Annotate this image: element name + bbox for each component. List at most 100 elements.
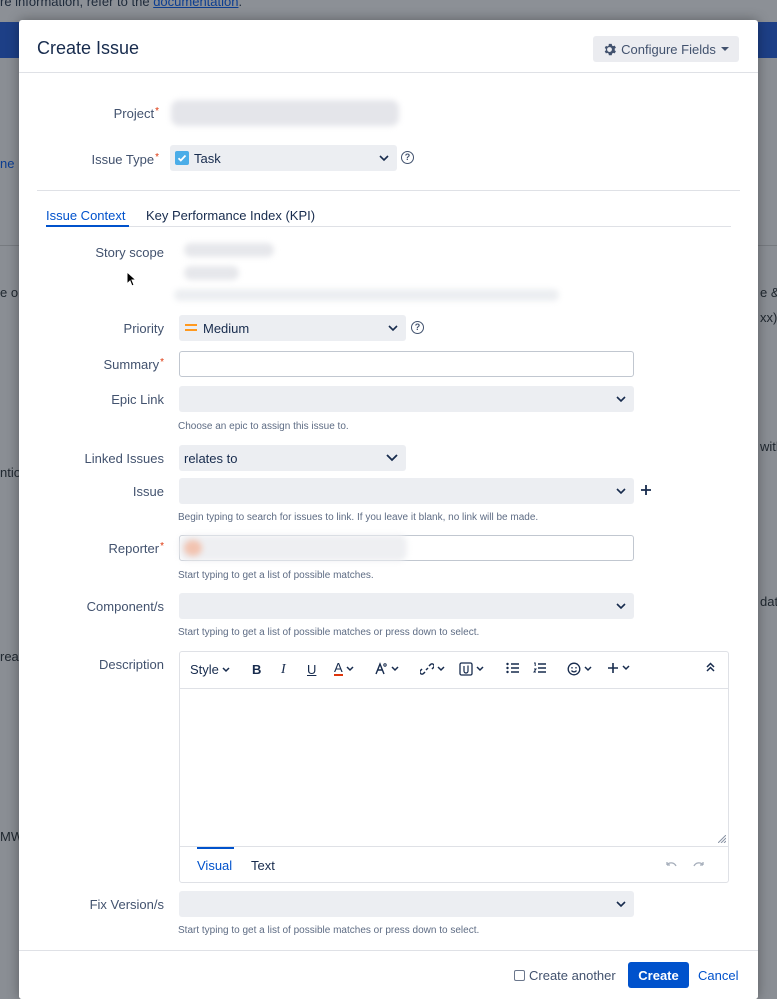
epic-link-hint: Choose an epic to assign this issue to. — [178, 421, 349, 432]
story-scope-label: Story scope — [95, 245, 164, 260]
underline-button[interactable]: U — [307, 662, 316, 677]
cancel-link[interactable]: Cancel — [698, 968, 738, 983]
chevron-down-icon — [476, 666, 484, 672]
collapse-toolbar-button[interactable] — [706, 662, 715, 672]
configure-fields-label: Configure Fields — [621, 41, 716, 57]
chevron-down-icon — [437, 666, 445, 672]
story-scope-option[interactable] — [184, 243, 274, 257]
description-editor: Style B I U A Visual Text — [179, 651, 729, 883]
fix-versions-hint: Start typing to get a list of possible m… — [178, 925, 480, 936]
avatar — [184, 540, 202, 556]
task-checkbox-icon — [175, 151, 189, 165]
tab-issue-context[interactable]: Issue Context — [46, 208, 126, 223]
bold-button[interactable]: B — [252, 662, 261, 677]
dialog-header: Create Issue Configure Fields — [19, 20, 758, 73]
insert-more-button[interactable] — [607, 662, 630, 674]
background-fragment: with — [760, 439, 777, 454]
emoji-button[interactable] — [567, 662, 592, 676]
project-label: Project* — [113, 106, 159, 121]
resize-handle-icon[interactable] — [718, 835, 726, 843]
epic-link-select[interactable] — [179, 386, 634, 412]
description-textarea[interactable] — [180, 689, 728, 845]
project-select[interactable] — [171, 100, 399, 126]
redo-icon[interactable] — [692, 861, 704, 869]
tab-visual[interactable]: Visual — [197, 858, 232, 873]
issue-type-select[interactable]: Task — [170, 145, 397, 171]
link-type-select[interactable]: relates to — [179, 445, 406, 471]
create-button[interactable]: Create — [628, 962, 689, 988]
description-label: Description — [98, 657, 164, 672]
summary-label: Summary* — [103, 357, 164, 372]
fix-versions-label: Fix Version/s — [89, 897, 164, 912]
editor-toolbar: Style B I U A — [180, 652, 728, 689]
style-dropdown[interactable]: Style — [190, 662, 230, 677]
reporter-value — [179, 535, 407, 561]
create-another-checkbox[interactable]: Create another — [514, 968, 616, 983]
attachment-button[interactable] — [459, 662, 484, 676]
section-divider — [37, 190, 740, 191]
story-scope-option[interactable] — [184, 266, 239, 280]
bullet-list-button[interactable] — [506, 662, 519, 674]
chevron-down-icon — [616, 901, 626, 908]
priority-value: Medium — [203, 321, 250, 336]
priority-medium-icon — [185, 324, 197, 331]
text-color-button[interactable]: A — [334, 661, 354, 676]
chevron-down-icon — [616, 603, 626, 610]
background-info-bar: re information, refer to the documentati… — [0, 0, 777, 22]
linked-issues-label: Linked Issues — [84, 451, 165, 466]
editor-mode-bar: Visual Text — [180, 846, 728, 884]
chevron-down-icon — [346, 666, 354, 672]
checkbox-box[interactable] — [514, 970, 525, 981]
epic-link-label: Epic Link — [111, 392, 164, 407]
attachment-icon — [459, 662, 473, 676]
issue-type-label: Issue Type* — [91, 152, 159, 167]
chevron-down-icon — [379, 155, 389, 162]
link-button[interactable] — [420, 662, 445, 676]
create-another-label: Create another — [529, 968, 616, 983]
text-formatting-button[interactable] — [374, 662, 399, 676]
chevron-down-icon — [622, 665, 630, 671]
help-icon[interactable]: ? — [401, 151, 414, 164]
undo-icon[interactable] — [666, 861, 678, 869]
italic-button[interactable]: I — [281, 662, 286, 678]
tab-text[interactable]: Text — [251, 858, 275, 873]
text-format-icon — [375, 662, 387, 675]
documentation-link[interactable]: documentation — [153, 0, 238, 9]
chevron-down-icon — [720, 47, 729, 51]
summary-input[interactable] — [179, 351, 634, 377]
mouse-cursor-icon — [126, 271, 137, 287]
issue-hint: Begin typing to search for issues to lin… — [178, 512, 539, 523]
components-label: Component/s — [86, 599, 164, 614]
chevron-down-icon — [222, 666, 230, 672]
gear-icon — [604, 43, 617, 55]
chevron-down-icon — [616, 488, 626, 495]
background-info-text: re information, refer to the documentati… — [0, 0, 242, 9]
background-fragment: ne — [0, 156, 15, 171]
components-select[interactable] — [179, 593, 634, 619]
configure-fields-button[interactable]: Configure Fields — [593, 36, 739, 62]
tabs-divider — [46, 226, 731, 227]
active-mode-indicator — [197, 847, 234, 849]
chevron-down-icon — [386, 454, 398, 462]
chevron-down-icon — [388, 325, 398, 332]
bullet-list-icon — [506, 662, 519, 674]
fix-versions-select[interactable] — [179, 891, 634, 917]
components-hint: Start typing to get a list of possible m… — [178, 627, 480, 638]
help-icon[interactable]: ? — [411, 321, 424, 334]
chevron-down-icon — [391, 666, 399, 672]
chevron-down-icon — [584, 666, 592, 672]
active-tab-indicator — [46, 225, 129, 227]
priority-label: Priority — [123, 321, 164, 336]
dialog-footer: Create another Create Cancel — [19, 950, 758, 999]
chevron-down-icon — [616, 396, 626, 403]
dialog-title: Create Issue — [37, 38, 140, 58]
plus-icon[interactable] — [640, 484, 652, 496]
priority-select[interactable]: Medium — [179, 315, 406, 341]
reporter-hint: Start typing to get a list of possible m… — [178, 570, 374, 581]
numbered-list-button[interactable] — [533, 662, 546, 674]
reporter-label: Reporter* — [108, 541, 164, 556]
plus-icon — [608, 663, 618, 673]
issue-select[interactable] — [179, 478, 634, 504]
issue-type-value: Task — [194, 151, 221, 166]
tab-kpi[interactable]: Key Performance Index (KPI) — [146, 208, 315, 223]
